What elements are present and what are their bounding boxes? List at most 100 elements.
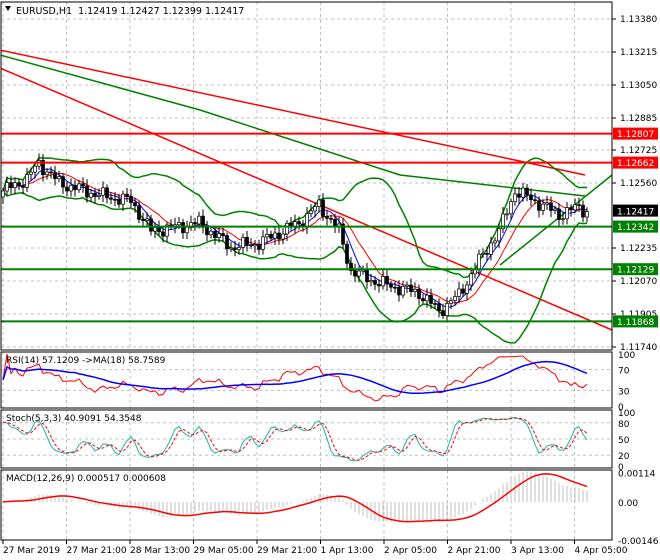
candle [229,247,233,250]
chart-window[interactable]: 27 Mar 2019 27 Mar 21:00 28 Mar 13:00 29 Ma… [0,0,660,560]
ma-long-red [1,49,586,176]
candle [213,230,217,239]
level-label: 1.12342 [617,223,654,233]
candle [569,207,573,211]
candle [521,187,525,198]
candle [153,227,157,232]
candle [441,310,445,316]
candle [381,276,385,287]
candle [261,236,265,250]
candle [5,182,9,192]
candle [505,213,509,216]
candle [409,284,413,293]
candle [45,171,49,176]
time-label: 27 Mar 21:00 [67,546,127,556]
candle [161,231,165,237]
price-label: 1.13215 [620,48,657,58]
candle [577,204,581,207]
level-label: 1.11868 [617,318,654,328]
candle [109,197,113,200]
candle [25,174,29,188]
candle [65,186,69,192]
candle [129,195,133,204]
candle [421,298,425,302]
candle [329,217,333,220]
candle [177,222,181,226]
candle [321,199,325,217]
candle [493,240,497,244]
price-label: 1.12725 [620,146,657,156]
candle [369,280,373,283]
candle [137,205,141,220]
candle [465,284,469,294]
candle [345,243,349,264]
candle [29,171,33,175]
candle [277,232,281,240]
candle [17,182,21,187]
level-label: 1.12807 [617,130,654,140]
candle [57,176,61,180]
candle [317,199,321,207]
candle [557,208,561,220]
macd-tick: 0.00114 [618,469,655,479]
candle [525,187,529,196]
candle [353,270,357,277]
candle [389,283,393,288]
candle [149,218,153,232]
candle [205,227,209,236]
candle [145,218,149,221]
candle [549,202,553,211]
candle [93,192,97,197]
candle [309,210,313,214]
price-label: 1.13050 [620,81,657,91]
candle [401,285,405,296]
candle [225,235,229,250]
macd-tick: 0.00 [618,499,638,509]
candle [85,185,89,198]
candle [249,244,253,247]
chart-canvas[interactable]: 27 Mar 2019 27 Mar 21:00 28 Mar 13:00 29 Ma… [0,0,660,560]
candle [141,219,145,221]
candle [113,198,117,201]
time-label: 29 Mar 05:00 [194,546,254,556]
macd-tick: -0.00146 [618,537,659,547]
rsi-title: RSI(14) 57.1209 ->MA(18) 58.7589 [6,356,166,366]
candle [545,202,549,205]
price-label: 1.12235 [620,244,657,254]
level-label: 1.12129 [617,266,654,276]
dropdown-arrow-icon[interactable] [5,6,11,11]
time-label: 28 Mar 13:00 [130,546,190,556]
candle [69,184,73,192]
price-label: 1.12070 [620,277,657,287]
candle [185,226,189,234]
candle [373,280,377,285]
candle [237,247,241,250]
candle [537,200,541,211]
candle [273,232,277,239]
candle [197,215,201,225]
rsi-tick: 70 [618,367,630,377]
candle [157,227,161,233]
candle [449,300,453,304]
level-label: 1.12662 [617,159,654,169]
candle [121,193,125,205]
stoch-title: Stoch(5,3,3) 40.9091 54.3548 [6,414,142,424]
time-label: 4 Apr 05:00 [575,546,628,556]
candle [89,192,93,198]
candle [285,222,289,235]
time-label: 3 Apr 13:00 [511,546,564,556]
price-plot [1,49,612,344]
price-panel[interactable] [0,49,612,344]
candle [485,253,489,255]
grid [1,2,612,540]
candle [377,284,381,287]
candle [437,303,441,311]
candle [517,193,521,198]
candle [509,201,513,215]
candle [385,276,389,285]
candle [53,172,57,180]
time-label: 2 Apr 21:00 [448,546,501,556]
rsi-tick: 30 [618,387,630,397]
candle [13,182,17,188]
price-label: 1.13380 [620,15,657,25]
